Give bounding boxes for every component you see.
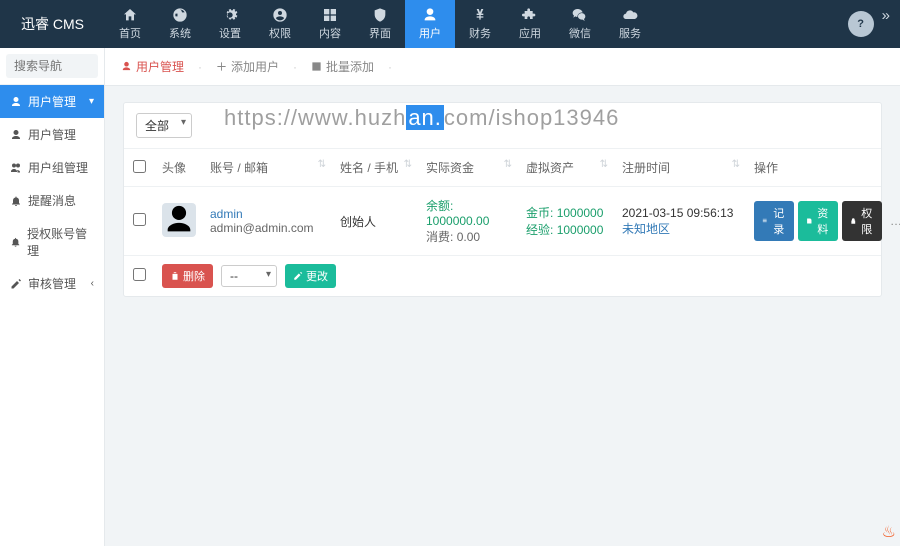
main-card: 全部 https://www.huzhan.com/ishop13946: [123, 102, 882, 297]
breadcrumb-1[interactable]: 添加用户: [216, 58, 279, 75]
exp-label[interactable]: 经验:: [526, 223, 553, 237]
nav-label: 应用: [519, 25, 541, 41]
sidebar-item-label: 用户管理: [28, 126, 76, 143]
table-footer-row: 删除 -- 更改: [124, 256, 881, 297]
col-name[interactable]: 姓名 / 手机: [332, 149, 418, 187]
user-avatar-badge[interactable]: ?: [848, 11, 874, 37]
footer-checkbox[interactable]: [133, 268, 146, 281]
info-button[interactable]: 资料: [798, 201, 838, 241]
nav-label: 界面: [369, 25, 391, 41]
chevron-right-icon: ‹: [91, 278, 94, 289]
row-checkbox[interactable]: [133, 213, 146, 226]
chevron-down-icon: ▾: [89, 96, 94, 107]
sidebar-item-label: 用户组管理: [28, 159, 88, 176]
user-table: 头像 账号 / 邮箱 姓名 / 手机 实际资金 虚拟资产 注册时间 操作: [124, 148, 881, 296]
change-button[interactable]: 更改: [285, 264, 336, 288]
nav-cogs[interactable]: 设置: [205, 0, 255, 48]
sidebar-item-4[interactable]: 授权账号管理: [0, 217, 104, 267]
toolbar: 全部 https://www.huzhan.com/ishop13946: [124, 103, 881, 148]
nav-label: 内容: [319, 25, 341, 41]
more-icon[interactable]: …: [886, 214, 900, 228]
search-input[interactable]: [6, 54, 98, 78]
filter-select[interactable]: 全部: [136, 113, 192, 138]
nav-globe[interactable]: 系统: [155, 0, 205, 48]
perm-button[interactable]: 权限: [842, 201, 882, 241]
nav-user-circle[interactable]: 权限: [255, 0, 305, 48]
breadcrumb-0[interactable]: 用户管理: [121, 58, 184, 75]
gold-label[interactable]: 金币:: [526, 206, 553, 220]
balance-value[interactable]: 1000000.00: [426, 214, 489, 228]
top-nav: 迅睿 CMS 首页 系统 设置 权限 内容 界面 用户 财务 应用 微信 服务 ? »: [0, 0, 900, 48]
nav-wechat[interactable]: 微信: [555, 0, 605, 48]
region-link[interactable]: 未知地区: [622, 220, 738, 237]
user-email: admin@admin.com: [210, 221, 324, 235]
flame-icon[interactable]: ♨: [882, 522, 896, 542]
nav-grid[interactable]: 内容: [305, 0, 355, 48]
sidebar-item-label: 授权账号管理: [27, 225, 94, 259]
nav-label: 系统: [169, 25, 191, 41]
nav-label: 用户: [419, 25, 441, 41]
nav-label: 微信: [569, 25, 591, 41]
sidebar-search: [0, 48, 104, 85]
nav-yen[interactable]: 财务: [455, 0, 505, 48]
log-button[interactable]: 记录: [754, 201, 794, 241]
nav-user[interactable]: 用户: [405, 0, 455, 48]
sidebar-item-5[interactable]: 审核管理 ‹: [0, 267, 104, 300]
balance-label[interactable]: 余额:: [426, 199, 453, 213]
nav-label: 服务: [619, 25, 641, 41]
username-link[interactable]: admin: [210, 207, 324, 221]
breadcrumb-label: 用户管理: [136, 58, 184, 75]
expand-icon[interactable]: »: [882, 7, 890, 24]
sidebar-item-0[interactable]: 用户管理 ▾: [0, 85, 104, 118]
watermark-text: https://www.huzhan.com/ishop13946: [224, 105, 619, 131]
col-regtime[interactable]: 注册时间: [614, 149, 746, 187]
breadcrumb: 用户管理·添加用户·批量添加·: [105, 48, 900, 86]
gold-value[interactable]: 1000000: [557, 206, 604, 220]
exp-value[interactable]: 1000000: [557, 223, 604, 237]
col-ops: 操作: [746, 149, 881, 187]
sidebar-item-2[interactable]: 用户组管理: [0, 151, 104, 184]
reg-time: 2021-03-15 09:56:13: [622, 206, 738, 220]
col-account[interactable]: 账号 / 邮箱: [202, 149, 332, 187]
col-funds[interactable]: 实际资金: [418, 149, 518, 187]
sidebar-item-label: 提醒消息: [28, 192, 76, 209]
nav-label: 设置: [219, 25, 241, 41]
sidebar-item-3[interactable]: 提醒消息: [0, 184, 104, 217]
sidebar-item-label: 用户管理: [28, 93, 76, 110]
nav-cloud[interactable]: 服务: [605, 0, 655, 48]
nav-puzzle[interactable]: 应用: [505, 0, 555, 48]
spend-label: 消费:: [426, 230, 453, 244]
bulk-select[interactable]: --: [221, 265, 277, 287]
breadcrumb-label: 批量添加: [326, 58, 374, 75]
col-virtual[interactable]: 虚拟资产: [518, 149, 614, 187]
nav-label: 首页: [119, 25, 141, 41]
breadcrumb-2[interactable]: 批量添加: [311, 58, 374, 75]
brand: 迅睿 CMS: [0, 0, 105, 48]
col-avatar: 头像: [154, 149, 202, 187]
breadcrumb-label: 添加用户: [231, 58, 279, 75]
delete-button[interactable]: 删除: [162, 264, 213, 288]
user-avatar-icon: [162, 203, 196, 237]
sidebar-item-label: 审核管理: [28, 275, 76, 292]
nav-label: 权限: [269, 25, 291, 41]
nav-shield[interactable]: 界面: [355, 0, 405, 48]
spend-value: 0.00: [457, 230, 480, 244]
sidebar-item-1[interactable]: 用户管理: [0, 118, 104, 151]
table-row: admin admin@admin.com 创始人 余额: 1000000.00…: [124, 187, 881, 256]
nav-label: 财务: [469, 25, 491, 41]
user-role: 创始人: [332, 187, 418, 256]
select-all-checkbox[interactable]: [133, 160, 146, 173]
sidebar: 用户管理 ▾ 用户管理用户组管理提醒消息授权账号管理审核管理 ‹: [0, 48, 105, 546]
nav-home[interactable]: 首页: [105, 0, 155, 48]
